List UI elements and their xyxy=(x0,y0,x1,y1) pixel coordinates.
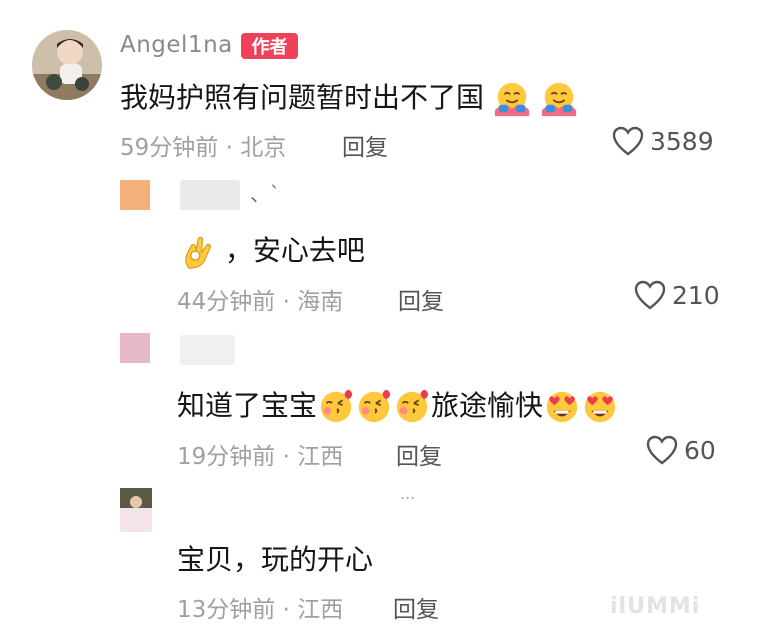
reply-body: 宝贝，玩的开心 xyxy=(177,543,374,576)
author-avatar[interactable] xyxy=(32,30,102,100)
main-comment-meta: 59分钟前 · 北京 xyxy=(120,128,286,162)
reply-avatar[interactable] xyxy=(120,488,152,532)
reply-button[interactable]: 回复 xyxy=(398,282,444,316)
reply-body: 知道了宝宝 xyxy=(177,389,318,422)
author-username[interactable]: Angel1na xyxy=(120,32,233,58)
heart-icon xyxy=(612,126,644,156)
kissing-face-emoji-icon xyxy=(396,389,429,423)
reply-button[interactable]: 回复 xyxy=(396,437,442,471)
reply-username-blurred xyxy=(180,180,240,210)
reply-body-continued: 旅途愉快 xyxy=(431,389,544,422)
comment-location: 江西 xyxy=(297,597,344,623)
heart-icon xyxy=(634,280,666,310)
reply-button[interactable]: 回复 xyxy=(342,128,388,162)
comment-time: 59分钟前 xyxy=(120,135,219,161)
reply-button[interactable]: 回复 xyxy=(393,590,439,624)
like-count: 3589 xyxy=(650,126,714,156)
reply-avatar[interactable] xyxy=(120,180,150,210)
comment-location: 北京 xyxy=(240,135,287,161)
comment-time: 13分钟前 xyxy=(177,597,276,623)
reply-username-blurred xyxy=(180,335,235,365)
kissing-face-emoji-icon xyxy=(320,389,353,423)
heart-eyes-emoji-icon xyxy=(584,391,616,423)
hugging-face-emoji-icon xyxy=(541,82,576,117)
reply-username[interactable]: 、` xyxy=(250,178,280,207)
reply-meta: 44分钟前 · 海南 xyxy=(177,282,343,316)
watermark: ilUMMi xyxy=(610,594,701,619)
heart-eyes-emoji-icon xyxy=(546,391,578,423)
ok-hand-emoji-icon xyxy=(185,236,212,269)
hugging-face-emoji-icon xyxy=(494,82,530,117)
reply-text: 宝贝，玩的开心 xyxy=(177,538,373,578)
reply-text: ，安心去吧 xyxy=(180,229,365,270)
main-comment-text: 我妈护照有问题暂时出不了国 xyxy=(120,76,578,118)
comment-location: 江西 xyxy=(297,444,344,470)
reply-body: ，安心去吧 xyxy=(224,234,365,267)
like-button[interactable]: 3589 xyxy=(612,126,714,156)
kissing-face-emoji-icon xyxy=(358,389,391,423)
reply-avatar[interactable] xyxy=(120,333,150,363)
author-badge: 作者 xyxy=(241,33,298,59)
reply-text: 知道了宝宝 旅途愉快 xyxy=(177,384,619,426)
meta-separator: · xyxy=(282,597,290,623)
comment-time: 44分钟前 xyxy=(177,289,276,315)
comment-location: 海南 xyxy=(297,289,344,315)
meta-separator: · xyxy=(282,444,290,470)
like-count: 210 xyxy=(672,280,720,310)
meta-separator: · xyxy=(225,135,233,161)
reply-username[interactable]: ... xyxy=(400,484,415,503)
like-count: 60 xyxy=(684,435,716,465)
main-comment-body: 我妈护照有问题暂时出不了国 xyxy=(120,81,485,114)
reply-meta: 19分钟前 · 江西 xyxy=(177,437,343,471)
comment-time: 19分钟前 xyxy=(177,444,276,470)
like-button[interactable]: 60 xyxy=(646,435,716,465)
like-button[interactable]: 210 xyxy=(634,280,720,310)
reply-meta: 13分钟前 · 江西 xyxy=(177,590,343,624)
meta-separator: · xyxy=(282,289,290,315)
heart-icon xyxy=(646,435,678,465)
